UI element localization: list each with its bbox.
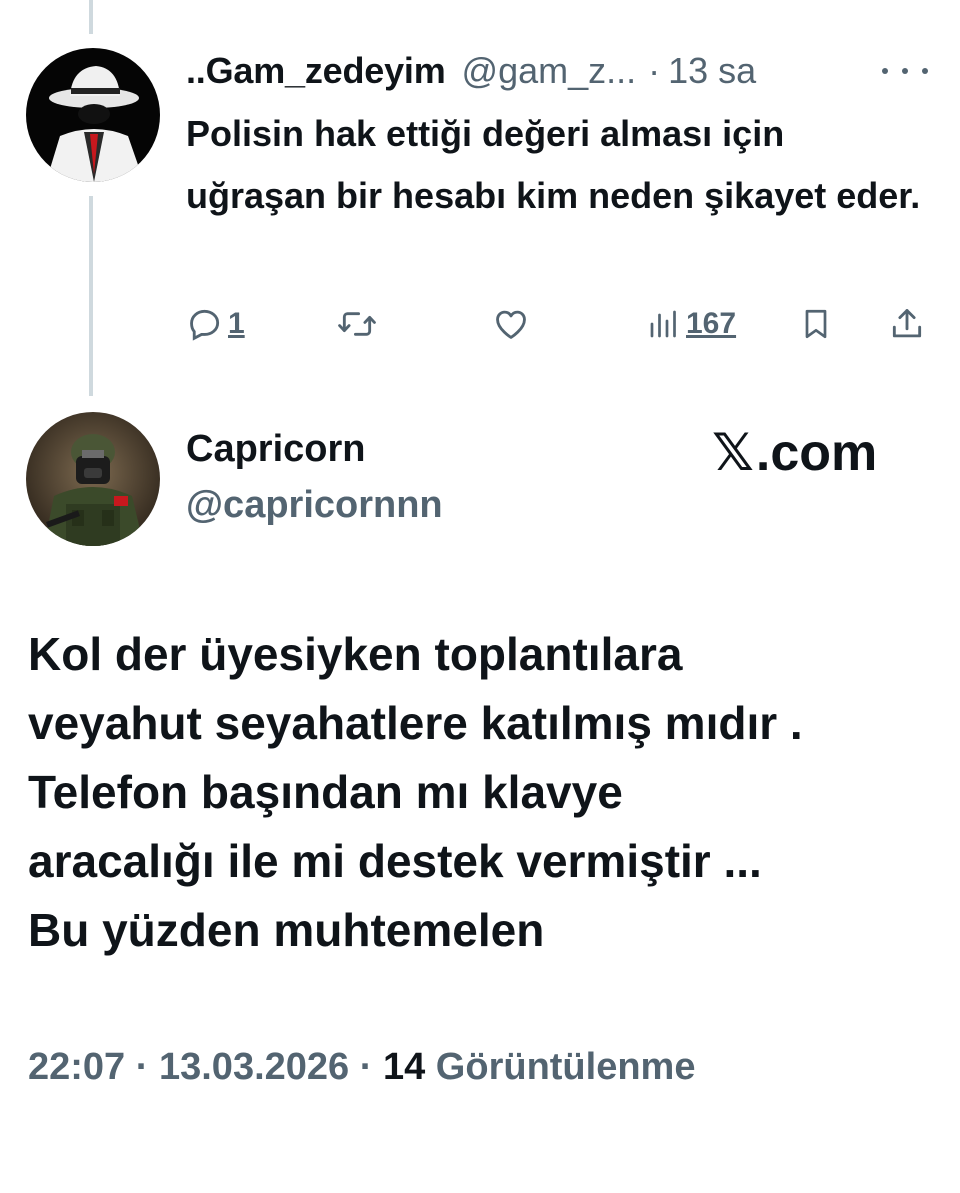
reply-count[interactable]: 1 xyxy=(228,307,245,341)
retweet-button[interactable] xyxy=(336,300,378,348)
views-number: 14 xyxy=(382,1046,426,1088)
reply-tweet-text: Polisin hak ettiği değeri alması için uğ… xyxy=(186,113,921,216)
main-text-line: Bu yüzden muhtemelen xyxy=(28,904,545,956)
main-text-line: aracalığı ile mi destek vermiştir ... xyxy=(28,835,762,887)
tweet-date[interactable]: 13.03.2026 xyxy=(159,1046,349,1088)
x-com-watermark: 𝕏 .com xyxy=(712,423,877,483)
main-tweet-text: Kol der üyesiyken toplantılara veyahut s… xyxy=(28,620,938,965)
reply-button[interactable]: 1 xyxy=(186,300,245,348)
main-handle[interactable]: @capricornnn xyxy=(186,484,443,527)
tweet-time[interactable]: 22:07 xyxy=(28,1046,125,1088)
meta-separator: · xyxy=(135,1046,149,1088)
reply-icon xyxy=(186,305,224,343)
more-dots-icon[interactable] xyxy=(882,56,928,86)
avatar-capricorn[interactable] xyxy=(26,412,160,546)
meta-separator: · xyxy=(359,1046,373,1088)
reply-handle[interactable]: @gam_z... xyxy=(462,50,637,92)
reply-separator: · xyxy=(648,50,661,91)
share-button[interactable] xyxy=(888,300,926,348)
heart-icon xyxy=(492,305,530,343)
bookmark-icon xyxy=(798,305,834,343)
like-button[interactable] xyxy=(492,300,530,348)
reply-time[interactable]: 13 sa xyxy=(668,50,756,92)
reply-action-bar: 1 167 xyxy=(186,300,931,348)
reply-display-name[interactable]: ..Gam_zedeyim xyxy=(186,50,446,92)
main-display-name[interactable]: Capricorn xyxy=(186,428,365,471)
reply-tweet-header: ..Gam_zedeyim @gam_z... · 13 sa xyxy=(186,48,756,94)
avatar-gam-zedeyim[interactable] xyxy=(26,48,160,182)
main-text-line: Telefon başından mı klavye xyxy=(28,766,623,818)
tweet-metadata: 22:07 · 13.03.2026 · 14 Görüntülenme xyxy=(28,1046,695,1089)
share-icon xyxy=(888,305,926,343)
retweet-icon xyxy=(336,305,378,343)
bookmark-button[interactable] xyxy=(798,300,834,348)
thread-line-top xyxy=(89,0,93,34)
views-chart-icon xyxy=(646,305,682,343)
main-text-line: Kol der üyesiyken toplantılara xyxy=(28,628,683,680)
thread-line-bottom xyxy=(89,196,93,396)
views-button[interactable]: 167 xyxy=(646,300,736,348)
view-count[interactable]: 167 xyxy=(686,307,736,341)
x-logo-icon: 𝕏 xyxy=(712,423,754,483)
watermark-text: .com xyxy=(755,424,878,482)
views-label: Görüntülenme xyxy=(435,1046,696,1088)
main-text-line: veyahut seyahatlere katılmış mıdır . xyxy=(28,697,803,749)
